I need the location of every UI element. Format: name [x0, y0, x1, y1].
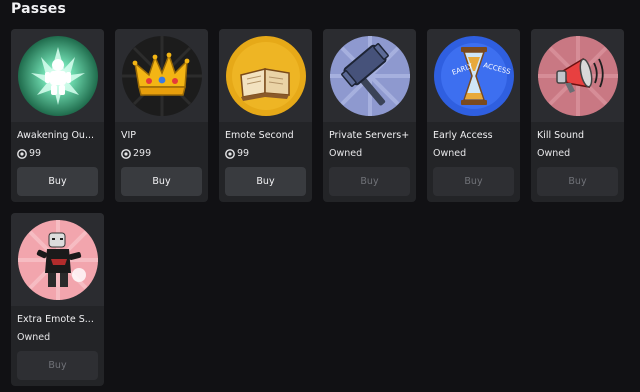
- book-icon: [225, 35, 306, 116]
- price-value: 299: [133, 148, 152, 159]
- pass-card-emote-second[interactable]: Emote Second 99 Buy: [219, 29, 312, 202]
- buy-button[interactable]: Buy: [17, 167, 98, 196]
- price-value: 99: [237, 148, 250, 159]
- pass-thumbnail[interactable]: [11, 29, 104, 122]
- robux-icon: [121, 148, 131, 159]
- pass-price: 99: [225, 148, 249, 159]
- pass-thumbnail[interactable]: EARLY ACCESS: [427, 29, 520, 122]
- buy-button[interactable]: Buy: [329, 167, 410, 196]
- pass-status: Owned: [17, 332, 51, 343]
- pass-price: 99: [17, 148, 41, 159]
- robux-icon: [225, 148, 235, 159]
- pass-card-awakening[interactable]: Awakening Ou... 99 Buy: [11, 29, 104, 202]
- pass-name: Emote Second: [225, 130, 294, 141]
- section-title: Passes: [11, 1, 67, 17]
- pass-status: Owned: [433, 148, 467, 159]
- pass-thumbnail[interactable]: [11, 213, 104, 306]
- megaphone-icon: [537, 35, 618, 116]
- robux-icon: [17, 148, 27, 159]
- pass-card-extra-emote-slot[interactable]: Extra Emote S... Owned Buy: [11, 213, 104, 386]
- pass-name: Awakening Ou...: [17, 130, 95, 141]
- pass-thumbnail[interactable]: [323, 29, 416, 122]
- buy-button[interactable]: Buy: [433, 167, 514, 196]
- pass-card-early-access[interactable]: EARLY ACCESS Early Access Owned Buy: [427, 29, 520, 202]
- pass-card-kill-sound[interactable]: Kill Sound Owned Buy: [531, 29, 624, 202]
- hourglass-icon: EARLY ACCESS: [433, 35, 514, 116]
- pass-name: Early Access: [433, 130, 493, 141]
- pass-name: Extra Emote S...: [17, 314, 94, 325]
- pass-card-private-servers[interactable]: Private Servers+ Owned Buy: [323, 29, 416, 202]
- pass-card-vip[interactable]: VIP 299 Buy: [115, 29, 208, 202]
- pass-thumbnail[interactable]: [219, 29, 312, 122]
- dancing-character-icon: [17, 219, 98, 300]
- price-value: 99: [29, 148, 42, 159]
- pass-status: Owned: [329, 148, 363, 159]
- awakening-aura-icon: [17, 35, 98, 116]
- pass-status: Owned: [537, 148, 571, 159]
- passes-grid: Awakening Ou... 99 Buy VIP 299 Buy Emote…: [11, 29, 637, 386]
- buy-button[interactable]: Buy: [225, 167, 306, 196]
- pass-price: 299: [121, 148, 151, 159]
- pass-thumbnail[interactable]: [531, 29, 624, 122]
- hammer-icon: [329, 35, 410, 116]
- pass-name: VIP: [121, 130, 137, 141]
- pass-name: Kill Sound: [537, 130, 585, 141]
- crown-icon: [121, 35, 202, 116]
- pass-thumbnail[interactable]: [115, 29, 208, 122]
- buy-button[interactable]: Buy: [537, 167, 618, 196]
- buy-button[interactable]: Buy: [17, 351, 98, 380]
- pass-name: Private Servers+: [329, 130, 410, 141]
- buy-button[interactable]: Buy: [121, 167, 202, 196]
